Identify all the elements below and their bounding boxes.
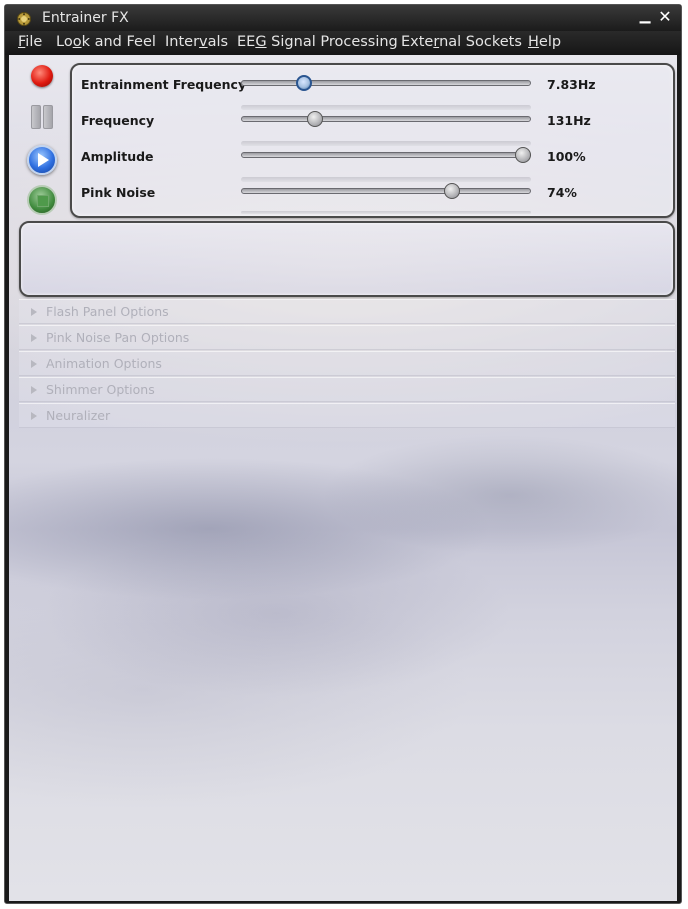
- menu-help[interactable]: Help: [528, 34, 561, 50]
- section-label: Flash Panel Options: [46, 304, 169, 319]
- section-label: Pink Noise Pan Options: [46, 330, 190, 345]
- entrainment-frequency-label: Entrainment Frequency: [81, 77, 247, 92]
- expand-arrow-icon: [31, 308, 37, 316]
- close-button[interactable]: ✕: [656, 7, 674, 27]
- frequency-label: Frequency: [81, 113, 155, 128]
- amplitude-label: Amplitude: [81, 149, 154, 164]
- frequency-thumb[interactable]: [306, 111, 323, 127]
- expand-arrow-icon: [31, 334, 37, 342]
- app-window: Entrainer FX ▁ ✕ File Look and Feel Inte…: [4, 4, 682, 904]
- section-label: Neuralizer: [46, 408, 111, 423]
- section-label: Animation Options: [46, 356, 162, 371]
- menu-eeg-signal-processing[interactable]: EEG Signal Processing: [237, 34, 398, 50]
- slider-reflection: [241, 105, 531, 110]
- main-content: Entrainment Frequency 7.83Hz Frequency 1…: [9, 55, 677, 901]
- pink-noise-slider[interactable]: [241, 188, 531, 194]
- menu-label: ile: [25, 34, 43, 50]
- menu-label: elp: [538, 34, 562, 50]
- menu-mnemonic: v: [199, 34, 208, 50]
- pink-noise-thumb[interactable]: [443, 183, 460, 199]
- section-flash-panel-options[interactable]: Flash Panel Options: [19, 299, 675, 324]
- display-panel: [19, 221, 675, 297]
- menu-bar: File Look and Feel Intervals EEG Signal …: [5, 31, 681, 55]
- expand-arrow-icon: [31, 386, 37, 394]
- menu-mnemonic: o: [72, 34, 82, 50]
- menu-label: nal Sockets: [439, 34, 522, 50]
- entrainment-frequency-slider[interactable]: [241, 80, 531, 86]
- frequency-slider[interactable]: [241, 116, 531, 122]
- menu-external-sockets[interactable]: External Sockets: [401, 34, 522, 50]
- amplitude-slider[interactable]: [241, 152, 531, 158]
- frequency-value: 131Hz: [547, 113, 591, 128]
- entrainment-frequency-thumb[interactable]: [295, 75, 312, 91]
- pause-icon: [31, 105, 41, 129]
- record-button[interactable]: [31, 65, 53, 87]
- menu-label: EE: [237, 34, 256, 50]
- amplitude-value: 100%: [547, 149, 586, 164]
- menu-label: Exte: [401, 34, 434, 50]
- entrainment-frequency-value: 7.83Hz: [547, 77, 596, 92]
- menu-intervals[interactable]: Intervals: [165, 34, 228, 50]
- pink-noise-value: 74%: [547, 185, 577, 200]
- menu-label: Inter: [165, 34, 200, 50]
- menu-file[interactable]: File: [18, 34, 42, 50]
- menu-label: Lo: [56, 34, 73, 50]
- slider-reflection: [241, 211, 531, 214]
- minimize-button[interactable]: ▁: [637, 8, 653, 26]
- slider-reflection: [241, 177, 531, 182]
- menu-look-and-feel[interactable]: Look and Feel: [56, 34, 156, 50]
- title-bar[interactable]: Entrainer FX ▁ ✕: [5, 5, 681, 31]
- menu-mnemonic: H: [528, 34, 539, 50]
- pause-icon: [43, 105, 53, 129]
- pink-noise-label: Pink Noise: [81, 185, 156, 200]
- pause-button[interactable]: [30, 103, 54, 129]
- section-label: Shimmer Options: [46, 382, 155, 397]
- window-title: Entrainer FX: [42, 10, 129, 26]
- play-icon: [38, 153, 49, 167]
- section-shimmer-options[interactable]: Shimmer Options: [19, 377, 675, 402]
- play-button[interactable]: [27, 145, 57, 175]
- amplitude-thumb[interactable]: [515, 147, 531, 163]
- section-neuralizer[interactable]: Neuralizer: [19, 403, 675, 428]
- expand-arrow-icon: [31, 412, 37, 420]
- slider-reflection: [241, 141, 531, 146]
- section-animation-options[interactable]: Animation Options: [19, 351, 675, 376]
- menu-label: Signal Processing: [266, 34, 398, 50]
- stop-button[interactable]: [27, 185, 57, 215]
- section-pink-noise-pan-options[interactable]: Pink Noise Pan Options: [19, 325, 675, 350]
- menu-label: als: [207, 34, 229, 50]
- slider-panel: Entrainment Frequency 7.83Hz Frequency 1…: [70, 63, 675, 218]
- expand-arrow-icon: [31, 360, 37, 368]
- menu-label: k and Feel: [81, 34, 156, 50]
- stop-icon: [37, 195, 49, 207]
- menu-mnemonic: G: [255, 34, 267, 50]
- app-logo-icon: [17, 12, 31, 26]
